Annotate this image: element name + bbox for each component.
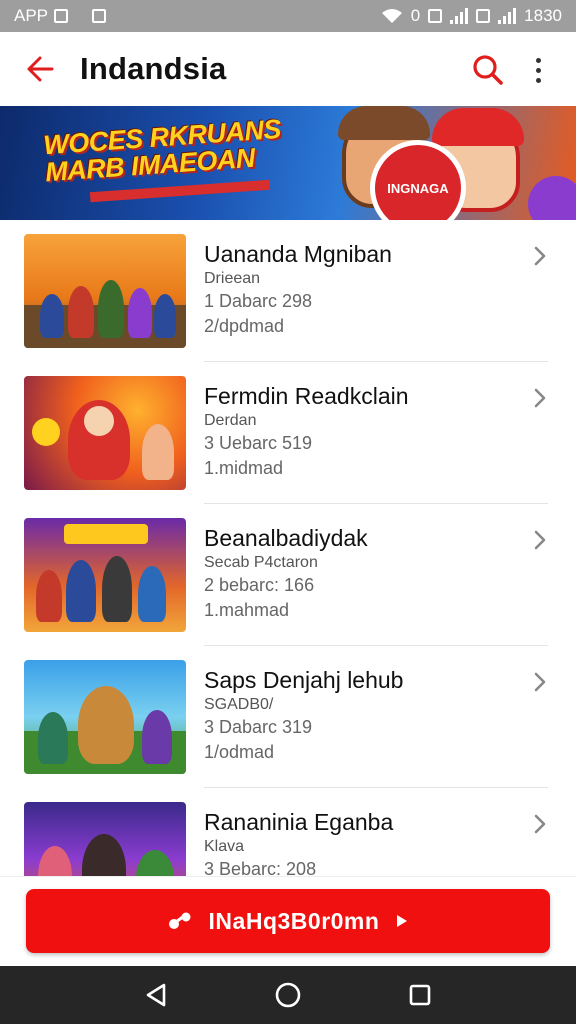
banner-character-hood [432, 108, 524, 146]
nav-back-button[interactable] [136, 975, 176, 1015]
item-subtitle: SGADB0/ [204, 696, 274, 713]
item-meta: 3 Bebarc: 208 [204, 859, 317, 876]
more-dot-icon [535, 57, 541, 63]
item-meta: 2 bebarc: 166 [204, 575, 315, 595]
primary-action-button[interactable]: INaHq3B0r0mn [26, 889, 550, 953]
square-recents-icon [409, 984, 431, 1006]
app-bar: Indandsia [0, 32, 576, 106]
list-item[interactable]: Uananda Mgniban Drieean 1 Dabarc 298 2/d… [0, 220, 576, 362]
item-title: Uananda Mgniban [204, 241, 392, 267]
item-meta: 1/odmad [204, 742, 275, 762]
banner-character-hat [338, 106, 430, 140]
list-item[interactable]: Saps Denjahj lehub SGADB0/ 3 Dabarc 319 … [0, 646, 576, 788]
screenshot-icon [54, 9, 69, 23]
chevron-right-icon [534, 672, 546, 692]
item-meta: 2/dpdmad [204, 316, 285, 336]
game-thumbnail [24, 376, 186, 490]
list-item[interactable]: Rananinia Eganba Klava 3 Bebarc: 208 [0, 788, 576, 876]
game-thumbnail [24, 518, 186, 632]
item-title: Rananinia Eganba [204, 809, 394, 835]
game-thumbnail [24, 234, 186, 348]
primary-action-label: INaHq3B0r0mn [208, 907, 380, 934]
arrow-left-icon [27, 56, 54, 82]
gamepad-icon [168, 912, 191, 929]
back-button[interactable] [0, 32, 80, 106]
status-center: 0 [410, 6, 421, 25]
search-button[interactable] [468, 50, 508, 90]
search-icon [473, 55, 503, 85]
more-dot-icon [535, 77, 541, 83]
item-subtitle: Secab P4ctaron [204, 554, 318, 571]
signal-2-icon [498, 8, 517, 24]
chevron-right-icon [534, 814, 546, 834]
page-title: Indandsia [80, 51, 227, 86]
list-item[interactable]: Fermdin Readkclain Derdan 3 Uebarc 519 1… [0, 362, 576, 504]
nav-home-button[interactable] [268, 975, 308, 1015]
item-subtitle: Derdan [204, 412, 257, 429]
status-time: 1830 [524, 6, 562, 25]
chevron-right-icon [534, 246, 546, 266]
game-thumbnail [24, 802, 186, 876]
play-arrow-icon [397, 915, 408, 927]
triangle-back-icon [146, 983, 166, 1007]
vibrate-icon [428, 9, 443, 23]
game-list: Uananda Mgniban Drieean 1 Dabarc 298 2/d… [0, 220, 576, 876]
system-nav-bar [0, 966, 576, 1024]
wifi-icon [381, 9, 402, 23]
item-title: Saps Denjahj lehub [204, 667, 404, 693]
more-dot-icon [535, 67, 541, 73]
status-bar: APP 0 1830 [0, 0, 576, 32]
list-item[interactable]: Beanalbadiydak Secab P4ctaron 2 bebarc: … [0, 504, 576, 646]
promo-banner[interactable]: WOCES RKRUANS MARB IMAEOAN INGNAGA [0, 106, 576, 220]
item-meta: 1.mahmad [204, 600, 290, 620]
circle-home-icon [275, 982, 301, 1008]
chevron-right-icon [534, 530, 546, 550]
item-subtitle: Klava [204, 838, 245, 855]
item-meta: 1 Dabarc 298 [204, 291, 313, 311]
chevron-right-icon [534, 388, 546, 408]
item-meta: 3 Dabarc 319 [204, 717, 313, 737]
alarm-icon [476, 9, 491, 23]
more-options-button[interactable] [518, 50, 558, 90]
bottom-action-area: INaHq3B0r0mn [0, 876, 576, 966]
item-title: Beanalbadiydak [204, 525, 368, 551]
signal-icon [450, 8, 469, 24]
status-carrier: APP [14, 6, 49, 25]
banner-ball [528, 176, 576, 220]
calendar-icon [92, 9, 107, 23]
banner-title: WOCES RKRUANS MARB IMAEOAN [42, 114, 285, 187]
game-thumbnail [24, 660, 186, 774]
item-subtitle: Drieean [204, 270, 261, 287]
nav-recents-button[interactable] [400, 975, 440, 1015]
item-meta: 1.midmad [204, 458, 284, 478]
item-title: Fermdin Readkclain [204, 383, 409, 409]
banner-stripe [89, 179, 271, 203]
item-meta: 3 Uebarc 519 [204, 433, 313, 453]
